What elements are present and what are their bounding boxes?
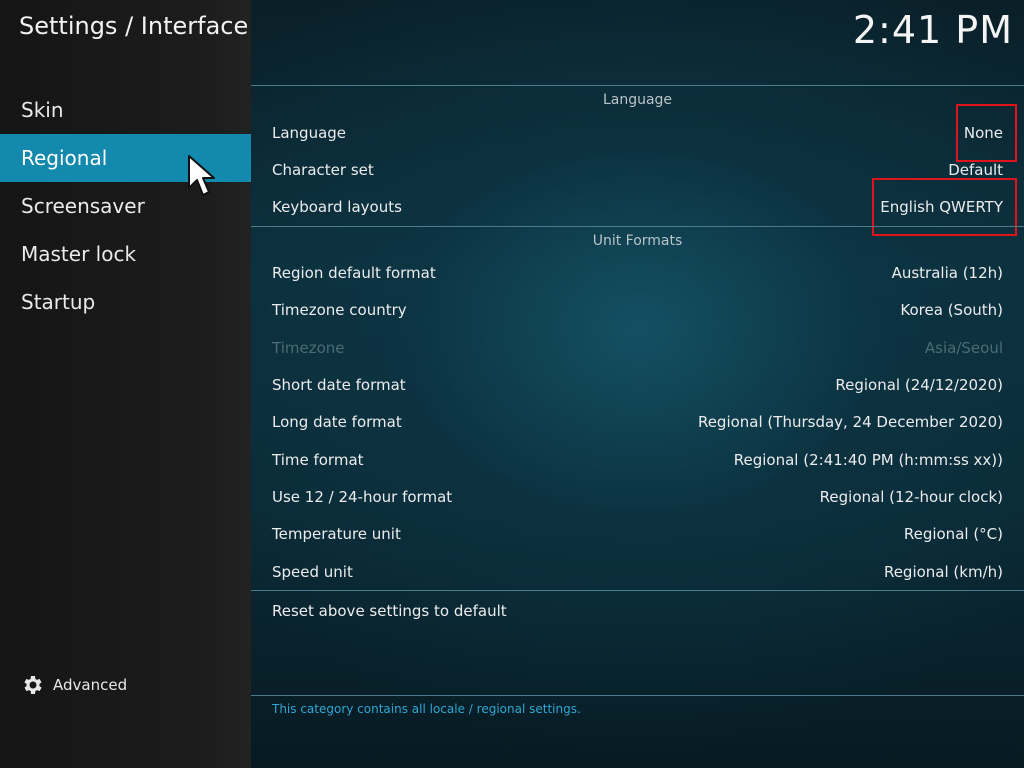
page-title: Settings / Interface [19,12,249,40]
setting-value: Regional (2:41:40 PM (h:mm:ss xx)) [733,451,1003,469]
setting-value: English QWERTY [872,178,1017,236]
setting-value: Regional (°C) [903,525,1003,543]
divider [251,226,1024,227]
setting-label: Use 12 / 24-hour format [272,488,453,506]
setting-label: Long date format [272,413,402,431]
section-header-language: Language [602,92,673,108]
category-nav: Skin Regional Screensaver Master lock St… [0,86,251,326]
setting-timezone-country[interactable]: Timezone country Korea (South) [272,292,1003,328]
reset-settings-label: Reset above settings to default [272,602,507,620]
settings-level-button[interactable]: Advanced [20,673,127,697]
setting-label: Language [272,124,347,142]
setting-speed-unit[interactable]: Speed unit Regional (km/h) [272,554,1003,590]
setting-value: Regional (km/h) [883,563,1003,581]
setting-value: Korea (South) [900,301,1003,319]
setting-label: Keyboard layouts [272,198,402,216]
setting-value: Default [948,161,1003,179]
setting-value: Regional (12-hour clock) [819,488,1003,506]
divider [251,85,1024,86]
nav-item-master-lock[interactable]: Master lock [0,230,251,278]
settings-panel: Language Language None Character set Def… [251,0,1024,768]
setting-value: Regional (Thursday, 24 December 2020) [697,413,1003,431]
setting-short-date-format[interactable]: Short date format Regional (24/12/2020) [272,367,1003,403]
setting-timezone: Timezone Asia/Seoul [272,330,1003,366]
mouse-cursor-icon [188,155,215,196]
setting-long-date-format[interactable]: Long date format Regional (Thursday, 24 … [272,404,1003,440]
gear-icon [24,676,42,694]
setting-temperature-unit[interactable]: Temperature unit Regional (°C) [272,516,1003,552]
nav-item-skin[interactable]: Skin [0,86,251,134]
setting-time-format[interactable]: Time format Regional (2:41:40 PM (h:mm:s… [272,442,1003,478]
setting-value: Asia/Seoul [924,339,1003,357]
sidebar: Settings / Interface Skin Regional Scree… [0,0,251,768]
setting-12-24-hour-format[interactable]: Use 12 / 24-hour format Regional (12-hou… [272,479,1003,515]
category-description: This category contains all locale / regi… [272,702,581,716]
settings-level-label: Advanced [53,676,128,694]
setting-label: Time format [272,451,364,469]
setting-label: Timezone [272,339,345,357]
setting-label: Timezone country [272,301,407,319]
divider [251,695,1024,696]
setting-value: Australia (12h) [891,264,1003,282]
setting-value: Regional (24/12/2020) [835,376,1003,394]
setting-value: None [955,104,1018,162]
divider [251,590,1024,591]
reset-settings-button[interactable]: Reset above settings to default [272,593,1003,629]
nav-item-startup[interactable]: Startup [0,278,251,326]
setting-label: Region default format [272,264,436,282]
setting-label: Character set [272,161,374,179]
setting-language[interactable]: Language None [272,104,1018,162]
setting-label: Temperature unit [272,525,401,543]
setting-label: Short date format [272,376,406,394]
section-header-unit-formats: Unit Formats [592,233,683,249]
kodi-settings-screen: Settings / Interface Skin Regional Scree… [0,0,1024,768]
setting-keyboard-layouts[interactable]: Keyboard layouts English QWERTY [272,178,1017,236]
setting-region-default-format[interactable]: Region default format Australia (12h) [272,255,1003,291]
setting-label: Speed unit [272,563,353,581]
